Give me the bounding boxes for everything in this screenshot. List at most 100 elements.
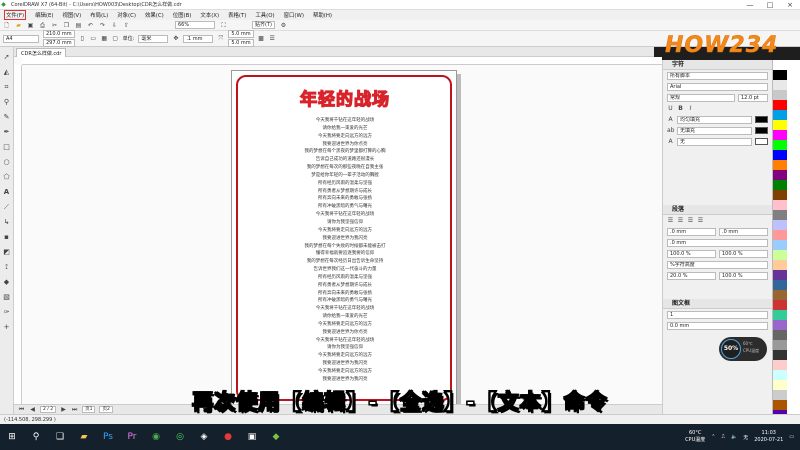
clock[interactable]: 11:03 2020-07-21 <box>754 430 783 444</box>
app-icon[interactable]: ▣ <box>243 428 261 446</box>
maximize-button[interactable]: □ <box>760 1 780 9</box>
paragraph-panel-title[interactable]: 段落 <box>663 205 772 215</box>
menu-file[interactable]: 文件(F) <box>4 10 27 20</box>
palette-swatch[interactable] <box>773 290 787 300</box>
poem-line[interactable]: 所有勇者从梦想期许与成长 <box>232 282 458 290</box>
poem-line[interactable]: 今天我将要走向远方的远方 <box>232 352 458 360</box>
palette-swatch[interactable] <box>773 360 787 370</box>
menu-object[interactable]: 对象(C) <box>117 11 136 19</box>
browser-icon[interactable]: ◉ <box>147 428 165 446</box>
frame-panel-title[interactable]: 图文框 <box>663 299 772 309</box>
poem-line[interactable]: 今天我将要走向远方的远方 <box>232 321 458 329</box>
right-indent-input[interactable]: .0 mm <box>667 238 768 247</box>
windows-start-icon[interactable]: ⊞ <box>3 428 21 446</box>
poem-line[interactable]: 今天我将千钻在这年轻的战场 <box>232 305 458 313</box>
palette-swatch[interactable] <box>773 200 787 210</box>
before-paragraph-spacing[interactable]: 100.0 % <box>667 249 716 258</box>
align-left-icon[interactable]: ☰ <box>667 217 674 224</box>
shape-tool-icon[interactable]: ◭ <box>2 68 11 77</box>
background-color-swatch[interactable] <box>755 127 768 134</box>
coreldraw-taskbar-icon[interactable]: ◆ <box>267 428 285 446</box>
palette-swatch[interactable] <box>773 190 787 200</box>
palette-swatch[interactable] <box>773 300 787 310</box>
premiere-icon[interactable]: Pr <box>123 428 141 446</box>
smart-fill-tool-icon[interactable]: ▧ <box>2 293 11 302</box>
print-icon[interactable]: ⎙ <box>39 22 46 29</box>
parallel-dimension-tool-icon[interactable]: ⟋ <box>2 203 11 212</box>
polygon-tool-icon[interactable]: ⬠ <box>2 173 11 182</box>
connector-tool-icon[interactable]: ↳ <box>2 218 11 227</box>
options-icon[interactable]: ☰ <box>269 35 276 42</box>
menu-edit[interactable]: 编辑(E) <box>35 11 53 19</box>
palette-swatch[interactable] <box>773 170 787 180</box>
outline-pen-tool-icon[interactable]: ✑ <box>2 308 11 317</box>
poem-line[interactable]: 我的梦想在每个失败的时候都未能被击打 <box>232 243 458 251</box>
align-right-icon[interactable]: ☰ <box>687 217 694 224</box>
poem-line[interactable]: 今天我将千钻在这年轻的战场 <box>232 211 458 219</box>
horizontal-ruler[interactable] <box>22 57 662 65</box>
eyedropper-tool-icon[interactable]: ⟟ <box>2 263 11 272</box>
poem-line[interactable]: 所有经历风雨的温柔与坚强 <box>232 274 458 282</box>
menu-layout[interactable]: 布局(L) <box>90 11 108 19</box>
poem-line[interactable]: 请你为我坚强信仰 <box>232 344 458 352</box>
justify-icon[interactable]: ☰ <box>697 217 704 224</box>
current-page-icon[interactable]: ▢ <box>112 35 119 42</box>
recorder-icon[interactable]: ● <box>219 428 237 446</box>
palette-swatch[interactable] <box>773 130 787 140</box>
poem-line[interactable]: 懂得幸福就要追逐我要的信仰 <box>232 250 458 258</box>
dup-x-input[interactable]: 5.0 mm <box>228 30 254 38</box>
menu-view[interactable]: 视图(V) <box>63 11 82 19</box>
fill-type-select[interactable]: 均匀填充 <box>677 115 752 124</box>
poem-line[interactable]: 告诉世界我们这一代奋斗的力量 <box>232 266 458 274</box>
input-language[interactable]: 无 <box>743 434 748 441</box>
menu-text[interactable]: 文本(X) <box>200 11 219 19</box>
artistic-media-tool-icon[interactable]: ✒ <box>2 128 11 137</box>
nudge-input[interactable]: .1 mm <box>183 34 214 43</box>
palette-swatch[interactable] <box>773 110 787 120</box>
open-icon[interactable]: ▰ <box>15 22 22 29</box>
poem-line[interactable]: 我要迎进世界为我闪亮 <box>232 360 458 368</box>
outline-color-swatch[interactable] <box>755 138 768 145</box>
portrait-icon[interactable]: ▯ <box>79 35 86 42</box>
palette-swatch[interactable] <box>773 320 787 330</box>
dup-y-input[interactable]: 5.0 mm <box>228 39 254 47</box>
poem-line[interactable]: 今天我将要走向远方的远方 <box>232 368 458 376</box>
cut-icon[interactable]: ✂ <box>51 22 58 29</box>
frame-spacing-input[interactable]: 0.0 mm <box>667 321 768 330</box>
palette-swatch[interactable] <box>773 250 787 260</box>
copy-icon[interactable]: ❐ <box>63 22 70 29</box>
poem-line[interactable]: 我要迎进世界为我闪亮 <box>232 235 458 243</box>
poem-line[interactable]: 我的梦想在每个黑夜的梦里都打算的心胸 <box>232 148 458 156</box>
poem-line[interactable]: 今天我将千钻在这年轻的战场 <box>232 117 458 125</box>
menu-window[interactable]: 窗口(W) <box>284 11 304 19</box>
poem-line[interactable]: 我要迎进世界为你点亮 <box>232 329 458 337</box>
minimize-button[interactable]: — <box>740 1 760 9</box>
tray-chevron-icon[interactable]: ⌃ <box>711 434 715 440</box>
word-spacing-input[interactable]: 100.0 % <box>719 271 768 280</box>
landscape-icon[interactable]: ▭ <box>90 35 97 42</box>
poem-text-block[interactable]: 今天我将千钻在这年轻的战场 请你给我一束爱的光芒 今天我将要走向远方的远方 我要迎进世… <box>232 117 458 384</box>
background-fill-select[interactable]: 无填充 <box>677 126 752 135</box>
photoshop-icon[interactable]: Ps <box>99 428 117 446</box>
undo-icon[interactable]: ↶ <box>87 22 94 29</box>
line-spacing-unit-select[interactable]: %字符高度 <box>667 260 768 269</box>
freehand-tool-icon[interactable]: ✎ <box>2 113 11 122</box>
search-icon[interactable]: ⚲ <box>27 428 45 446</box>
palette-swatch[interactable] <box>773 260 787 270</box>
palette-swatch[interactable] <box>773 370 787 380</box>
poem-title[interactable]: 年轻的战场 <box>232 85 458 110</box>
export-icon[interactable]: ⇧ <box>123 22 130 29</box>
line-spacing-input[interactable]: 100.0 % <box>719 249 768 258</box>
script-select[interactable]: 所有脚本 <box>667 71 768 80</box>
palette-swatch[interactable] <box>773 60 787 70</box>
poem-line[interactable]: 我的梦想在每次的那些夜晚在自我主张 <box>232 164 458 172</box>
poem-line[interactable]: 我要迎进世界为我闪亮 <box>232 376 458 384</box>
menu-table[interactable]: 表格(T) <box>228 11 246 19</box>
palette-swatch[interactable] <box>773 70 787 80</box>
file-explorer-icon[interactable]: ▰ <box>75 428 93 446</box>
ellipse-tool-icon[interactable]: ○ <box>2 158 11 167</box>
treat-as-filled-icon[interactable]: ▩ <box>258 35 265 42</box>
font-style-select[interactable]: 常规 <box>667 93 735 102</box>
crop-tool-icon[interactable]: ⌗ <box>2 83 11 92</box>
palette-swatch[interactable] <box>773 330 787 340</box>
